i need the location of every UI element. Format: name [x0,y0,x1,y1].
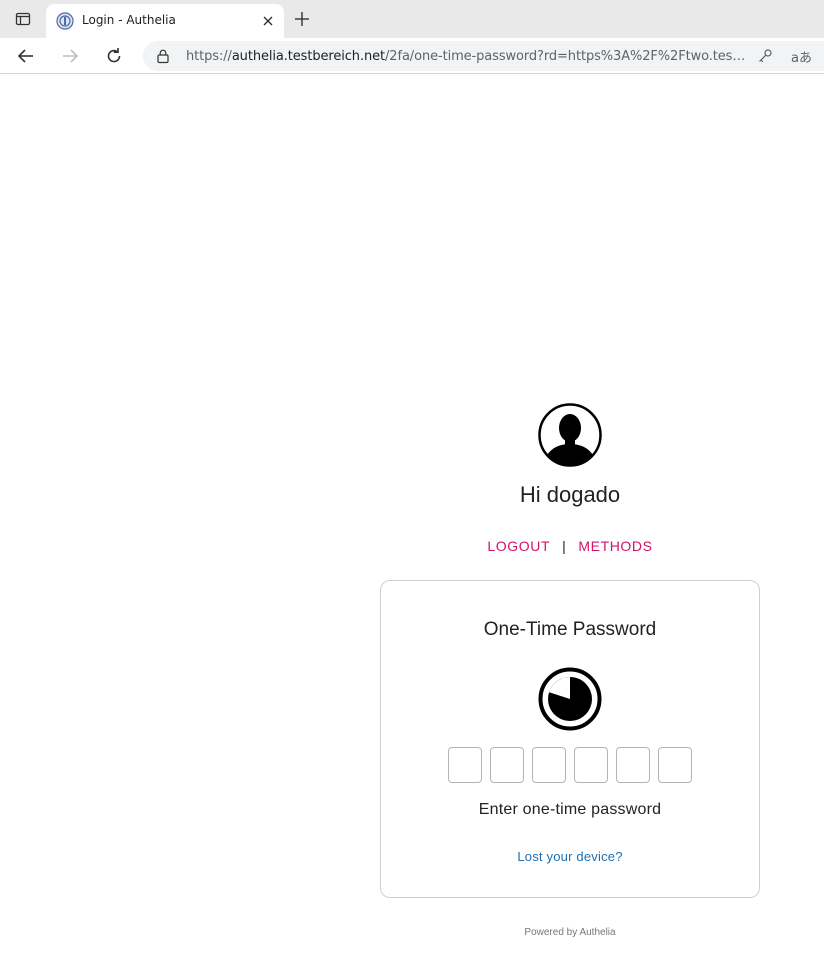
otp-digit-input[interactable] [448,747,482,783]
arrow-right-icon[interactable] [60,46,80,66]
account-links: LOGOUT | METHODS [440,538,700,554]
greeting-text: Hi dogado [519,482,621,507]
address-bar[interactable]: https://authelia.testbereich.net/2fa/one… [143,41,824,71]
otp-digit-input[interactable] [658,747,692,783]
browser-tab-active[interactable]: Login - Authelia [46,4,284,38]
plus-icon[interactable] [293,10,311,28]
user-avatar-icon [538,403,602,467]
logout-link[interactable]: LOGOUT [487,538,550,554]
card-title: One-Time Password [483,619,657,640]
reload-icon[interactable] [104,46,124,66]
arrow-left-icon[interactable] [16,46,36,66]
authelia-favicon [56,12,74,30]
lock-icon[interactable] [155,48,171,64]
translate-icon[interactable]: aあ [791,47,812,66]
tab-title: Login - Authelia [82,13,176,27]
powered-by-footer: Powered by Authelia [524,927,616,938]
url-scheme: https:// [186,49,232,64]
otp-digit-input[interactable] [616,747,650,783]
otp-digit-input[interactable] [490,747,524,783]
url-text[interactable]: https://authelia.testbereich.net/2fa/one… [186,49,746,64]
url-path: /2fa/one-time-password?rd=https%3A%2F%2F… [385,49,746,64]
lost-device-link[interactable]: Lost your device? [381,849,759,864]
otp-card: One-Time Password Enter one-time passwor… [380,580,760,898]
url-domain: authelia.testbereich.net [231,49,386,64]
otp-digit-input[interactable] [532,747,566,783]
otp-digit-input[interactable] [574,747,608,783]
otp-hint: Enter one-time password [478,801,662,818]
link-separator: | [562,538,567,554]
browser-toolbar: https://authelia.testbereich.net/2fa/one… [0,38,824,74]
browser-tabstrip: Login - Authelia [0,0,824,38]
methods-link[interactable]: METHODS [578,538,652,554]
tab-actions-icon[interactable] [8,6,38,32]
timer-icon [538,667,602,731]
key-icon[interactable] [757,48,773,64]
close-icon[interactable] [260,13,276,29]
otp-input-group [448,747,694,783]
